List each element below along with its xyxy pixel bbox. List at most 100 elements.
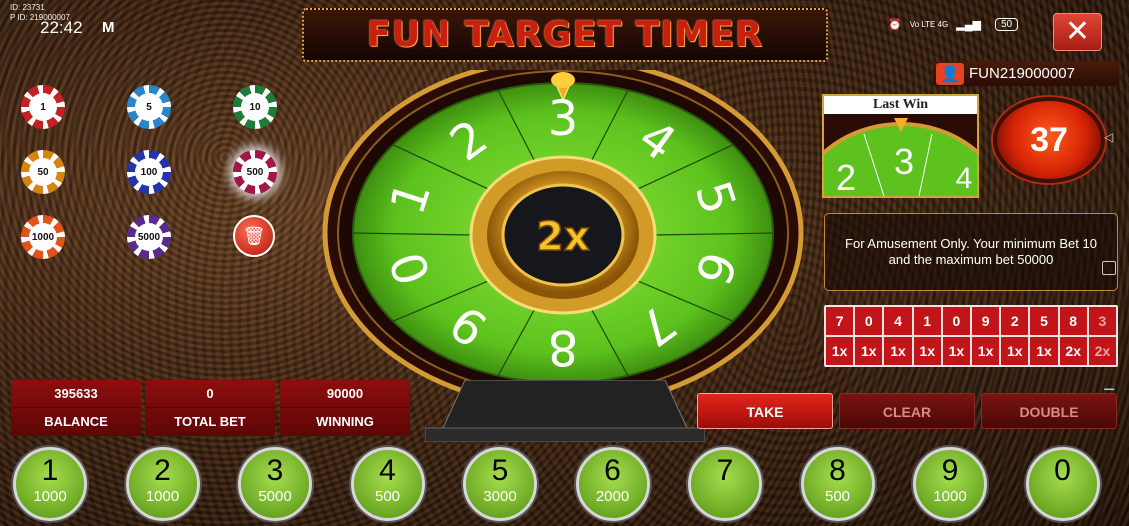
chip-value: 1000 [29, 223, 57, 251]
history-multiplier: 1x [826, 337, 854, 365]
history-number: 5 [1030, 307, 1058, 335]
chip-value: 100 [135, 158, 163, 186]
bet-number-0[interactable]: 0 [1025, 447, 1100, 521]
chip-50[interactable]: 50 [21, 150, 65, 194]
bet-amount: 1000 [933, 488, 967, 505]
bet-number-label: 0 [1054, 454, 1071, 487]
pointer-knob [551, 72, 575, 88]
history-number: 9 [972, 307, 1000, 335]
history-multiplier: 1x [913, 337, 941, 365]
history-number: 1 [913, 307, 941, 335]
bet-amount: 500 [374, 488, 401, 505]
result-history: 7 0 4 1 0 9 2 5 8 3 1x 1x 1x 1x 1x 1x 1x 1x 2x 2x [824, 305, 1118, 367]
balance-label: BALANCE [44, 414, 108, 429]
history-number: 4 [884, 307, 912, 335]
winning-label: WINNING [316, 414, 374, 429]
bet-amount: 5000 [258, 488, 292, 505]
bet-number-label: 6 [604, 454, 621, 487]
chip-100[interactable]: 100 [127, 150, 171, 194]
bet-amount: 1000 [145, 488, 180, 505]
chip-value: 1 [29, 93, 57, 121]
back-nav-icon[interactable]: ◁ [1104, 130, 1113, 144]
bet-number-1[interactable]: 1 1000 [13, 447, 87, 521]
bet-amount: 1000 [33, 488, 67, 505]
chip-1[interactable]: 1 [21, 85, 65, 129]
bet-number-5[interactable]: 5 3000 [463, 447, 537, 521]
history-number: 2 [1001, 307, 1029, 335]
history-multiplier: 1x [855, 337, 883, 365]
bet-number-4[interactable]: 4 500 [350, 447, 425, 521]
history-multiplier: 2x [1088, 337, 1116, 365]
chip-1000[interactable]: 1000 [21, 215, 65, 259]
history-multiplier: 2x [1059, 337, 1087, 365]
history-multiplier: 1x [1001, 337, 1029, 365]
chip-10[interactable]: 10 [233, 85, 277, 129]
signal-icon: ▂▄▆ [956, 19, 981, 31]
bet-number-8[interactable]: 8 500 [800, 447, 875, 521]
bet-number-label: 4 [379, 454, 396, 487]
bet-number-label: 3 [266, 454, 284, 487]
total-bet-label: TOTAL BET [174, 414, 246, 429]
double-button[interactable]: DOUBLE [981, 393, 1117, 429]
bet-number-9[interactable]: 9 1000 [913, 447, 987, 521]
history-multiplier: 1x [884, 337, 912, 365]
bet-amount: 2000 [595, 488, 630, 505]
bet-amount: 3000 [483, 488, 517, 505]
balance-value: 395633 [11, 380, 141, 408]
clock: 22:42 [40, 18, 83, 37]
history-number: 3 [1088, 307, 1116, 335]
chip-value: 50 [29, 158, 57, 186]
bet-number-3[interactable]: 3 5000 [238, 447, 312, 521]
battery-icon: 50 [994, 18, 1019, 31]
take-button[interactable]: TAKE [697, 393, 833, 429]
chip-5000[interactable]: 5000 [127, 215, 171, 259]
home-nav-icon[interactable] [1102, 261, 1116, 275]
last-win-number: 3 [894, 141, 914, 182]
last-win-wheel: 2 3 4 [789, 114, 1013, 326]
last-win-panel: Last Win 2 3 4 [789, 94, 1013, 326]
bet-number-label: 9 [941, 454, 959, 487]
user-badge: 👤 FUN219000007 [933, 61, 1119, 86]
system-status-icons: ⏰ Vo LTE 4G ▂▄▆ 50 [888, 18, 1019, 31]
chip-500[interactable]: 500 [233, 150, 277, 194]
bet-number-6[interactable]: 6 2000 [575, 447, 650, 521]
bet-number-label: 5 [491, 454, 509, 487]
info-message: For Amusement Only. Your minimum Bet 10 … [824, 213, 1118, 291]
winning-box: 90000 WINNING [280, 380, 410, 436]
user-icon: 👤 [936, 62, 964, 85]
username: FUN219000007 [969, 65, 1075, 82]
clear-button[interactable]: CLEAR [839, 393, 975, 429]
total-bet-value: 0 [145, 380, 275, 408]
history-number: 7 [826, 307, 854, 335]
bet-number-2[interactable]: 2 1000 [125, 447, 200, 521]
countdown-timer: 37 [993, 97, 1105, 183]
bet-amount: 500 [824, 488, 851, 505]
last-win-label: Last Win [872, 97, 929, 112]
chip-value: 5000 [135, 223, 163, 251]
chip-5[interactable]: 5 [127, 85, 171, 129]
wheel-number: 8 [548, 319, 579, 375]
bet-number-label: 7 [716, 454, 734, 487]
history-number: 0 [942, 307, 970, 335]
last-win-number: 4 [956, 162, 973, 195]
chip-value: 500 [241, 158, 269, 186]
id-text: ID: 23731 [10, 3, 45, 12]
history-multiplier: 1x [1030, 337, 1058, 365]
history-number: 0 [855, 307, 883, 335]
bet-number-label: 8 [829, 454, 846, 487]
network-label: Vo LTE 4G [909, 20, 949, 29]
winning-value: 90000 [280, 380, 410, 408]
bet-number-label: 1 [41, 454, 59, 487]
chip-value: 5 [135, 93, 163, 121]
delete-bet-button[interactable]: 🗑 [233, 215, 275, 257]
bet-number-7[interactable]: 7 [688, 447, 762, 521]
total-bet-box: 0 TOTAL BET [145, 380, 275, 436]
trash-icon: 🗑 [242, 225, 266, 246]
history-multiplier: 1x [942, 337, 970, 365]
multiplier-text: 2x [536, 214, 590, 260]
close-button[interactable]: ✕ [1053, 13, 1102, 51]
carrier-logo: M [102, 19, 115, 36]
last-win-number: 2 [836, 157, 856, 196]
history-number: 8 [1059, 307, 1087, 335]
history-multiplier: 1x [972, 337, 1000, 365]
